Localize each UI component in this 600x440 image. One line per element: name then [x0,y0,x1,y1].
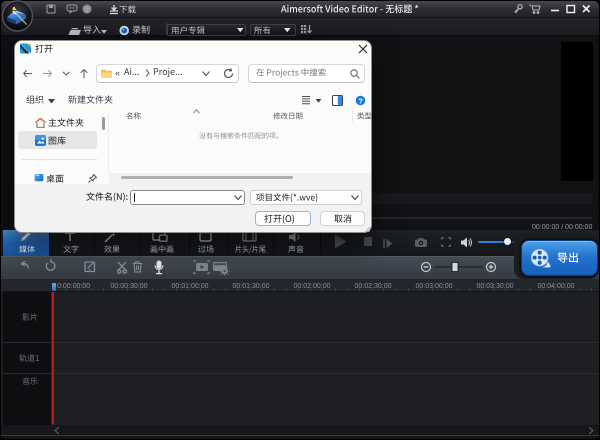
svg-text:?: ? [85,7,89,14]
svg-text:?: ? [358,96,363,105]
